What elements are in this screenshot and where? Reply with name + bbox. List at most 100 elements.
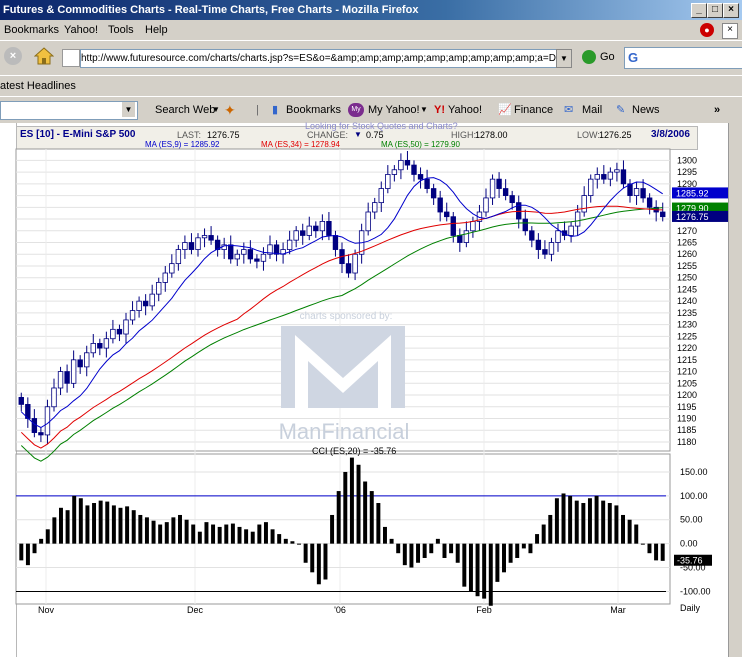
go-arrow-icon[interactable] [582, 50, 596, 64]
candle-body [437, 197, 443, 213]
candle-body [260, 253, 267, 262]
candle-body [352, 253, 358, 274]
cci-bar [660, 543, 665, 561]
price-tag-label: 1276.75 [676, 212, 709, 222]
candle-body [273, 244, 280, 255]
cci-bar [429, 543, 434, 554]
news-button[interactable]: News [632, 97, 660, 123]
url-dropdown-icon[interactable]: ▼ [556, 49, 572, 68]
candle-body [601, 174, 607, 180]
minimize-button[interactable]: _ [691, 3, 707, 18]
price-tick-label: 1260 [677, 249, 697, 259]
yahoo-bookmarks-button[interactable]: Bookmarks [286, 97, 341, 123]
my-yahoo-button[interactable]: My Yahoo! [368, 97, 420, 123]
home-icon[interactable] [33, 46, 55, 66]
cci-bar [349, 457, 354, 544]
candle-body [568, 225, 574, 236]
candle-body [640, 188, 646, 199]
search-web-button[interactable]: Search Web [155, 97, 215, 123]
stop-icon[interactable]: × [4, 47, 22, 65]
candle-body [51, 387, 57, 408]
candle-body [18, 396, 24, 405]
cci-bar [164, 522, 169, 544]
candle-body [398, 159, 404, 171]
cci-bar [151, 520, 156, 544]
watermark-sponsor-text: charts sponsored by: [300, 311, 393, 322]
cci-bar [244, 529, 249, 544]
url-input[interactable]: http://www.futuresource.com/charts/chart… [80, 49, 572, 68]
finance-button[interactable]: Finance [514, 97, 553, 123]
candle-body [411, 164, 417, 175]
candle-body [633, 188, 640, 196]
cci-bar [125, 506, 130, 544]
candle-body [483, 197, 489, 213]
cci-bar [343, 471, 348, 544]
candle-body [38, 432, 44, 436]
candle-body [57, 371, 64, 389]
candle-body [77, 359, 83, 368]
price-tick-label: 1290 [677, 179, 697, 189]
cci-bar [435, 538, 440, 544]
candle-body [332, 235, 339, 250]
price-tick-label: 1195 [677, 402, 696, 412]
stop-circle-icon[interactable]: ● [700, 23, 714, 37]
cci-bar [158, 524, 163, 544]
maximize-button[interactable]: □ [707, 3, 723, 18]
cci-bar [283, 538, 288, 544]
candle-body [97, 343, 103, 349]
price-tick-label: 1270 [677, 226, 697, 236]
cci-bar [323, 543, 328, 580]
candle-body [64, 371, 70, 384]
chart-area: ES [10] - E-Mini S&P 500 LAST: 1276.75 C… [0, 121, 742, 657]
cci-bar [230, 523, 235, 544]
close-button[interactable]: × [723, 3, 739, 18]
candle-body [522, 218, 528, 232]
toolbar-overflow-icon[interactable]: » [714, 97, 720, 123]
price-tick-label: 1265 [677, 238, 697, 248]
candle-body [555, 230, 561, 243]
cci-bar [290, 541, 295, 544]
x-tick-label: Mar [610, 605, 626, 615]
bookmarks-toolbar: atest Headlines [0, 75, 742, 96]
price-tick-label: 1180 [677, 437, 696, 447]
cci-bar [654, 543, 659, 561]
cci-bar [131, 510, 136, 544]
tab-close-icon[interactable]: × [722, 23, 738, 39]
my-yahoo-dropdown-icon[interactable]: ▼ [420, 97, 428, 123]
candle-body [430, 188, 437, 199]
candle-body [234, 253, 240, 260]
candle-body [391, 169, 398, 175]
mail-button[interactable]: Mail [582, 97, 602, 123]
search-dropdown-icon[interactable]: ▼ [122, 102, 135, 117]
menu-help[interactable]: Help [145, 20, 168, 40]
candle-body [110, 328, 116, 340]
candle-body [313, 225, 319, 232]
cci-bar [184, 519, 189, 544]
cci-bar [449, 543, 454, 554]
yahoo-search-input[interactable] [0, 101, 138, 120]
candle-body [444, 211, 450, 218]
yahoo-button[interactable]: Yahoo! [448, 97, 482, 123]
search-input[interactable]: G [624, 47, 742, 69]
cci-bar [363, 481, 368, 544]
candle-body [542, 249, 548, 255]
candle-body [345, 263, 352, 274]
candle-body [378, 188, 384, 204]
watermark: charts sponsored by: ManFinancial [279, 311, 410, 444]
search-web-dropdown-icon[interactable]: ▼ [212, 97, 220, 123]
menu-bookmarks[interactable]: Bookmarks [4, 20, 59, 40]
bookmark-latest-headlines[interactable]: atest Headlines [0, 76, 76, 96]
cci-bar [111, 505, 116, 544]
cci-bar [442, 543, 447, 558]
menu-bar: Bookmarks Yahoo! Tools Help ● × [0, 20, 742, 40]
candle-body [588, 178, 594, 196]
candle-body [463, 230, 470, 243]
highlight-icon[interactable]: ✦ [224, 97, 236, 123]
cci-bar [561, 493, 566, 544]
go-button[interactable]: Go [600, 51, 615, 63]
candle-body [169, 263, 175, 274]
menu-yahoo[interactable]: Yahoo! [64, 20, 98, 40]
menu-tools[interactable]: Tools [108, 20, 134, 40]
cci-bar [548, 514, 553, 544]
cci-bar [607, 503, 612, 544]
